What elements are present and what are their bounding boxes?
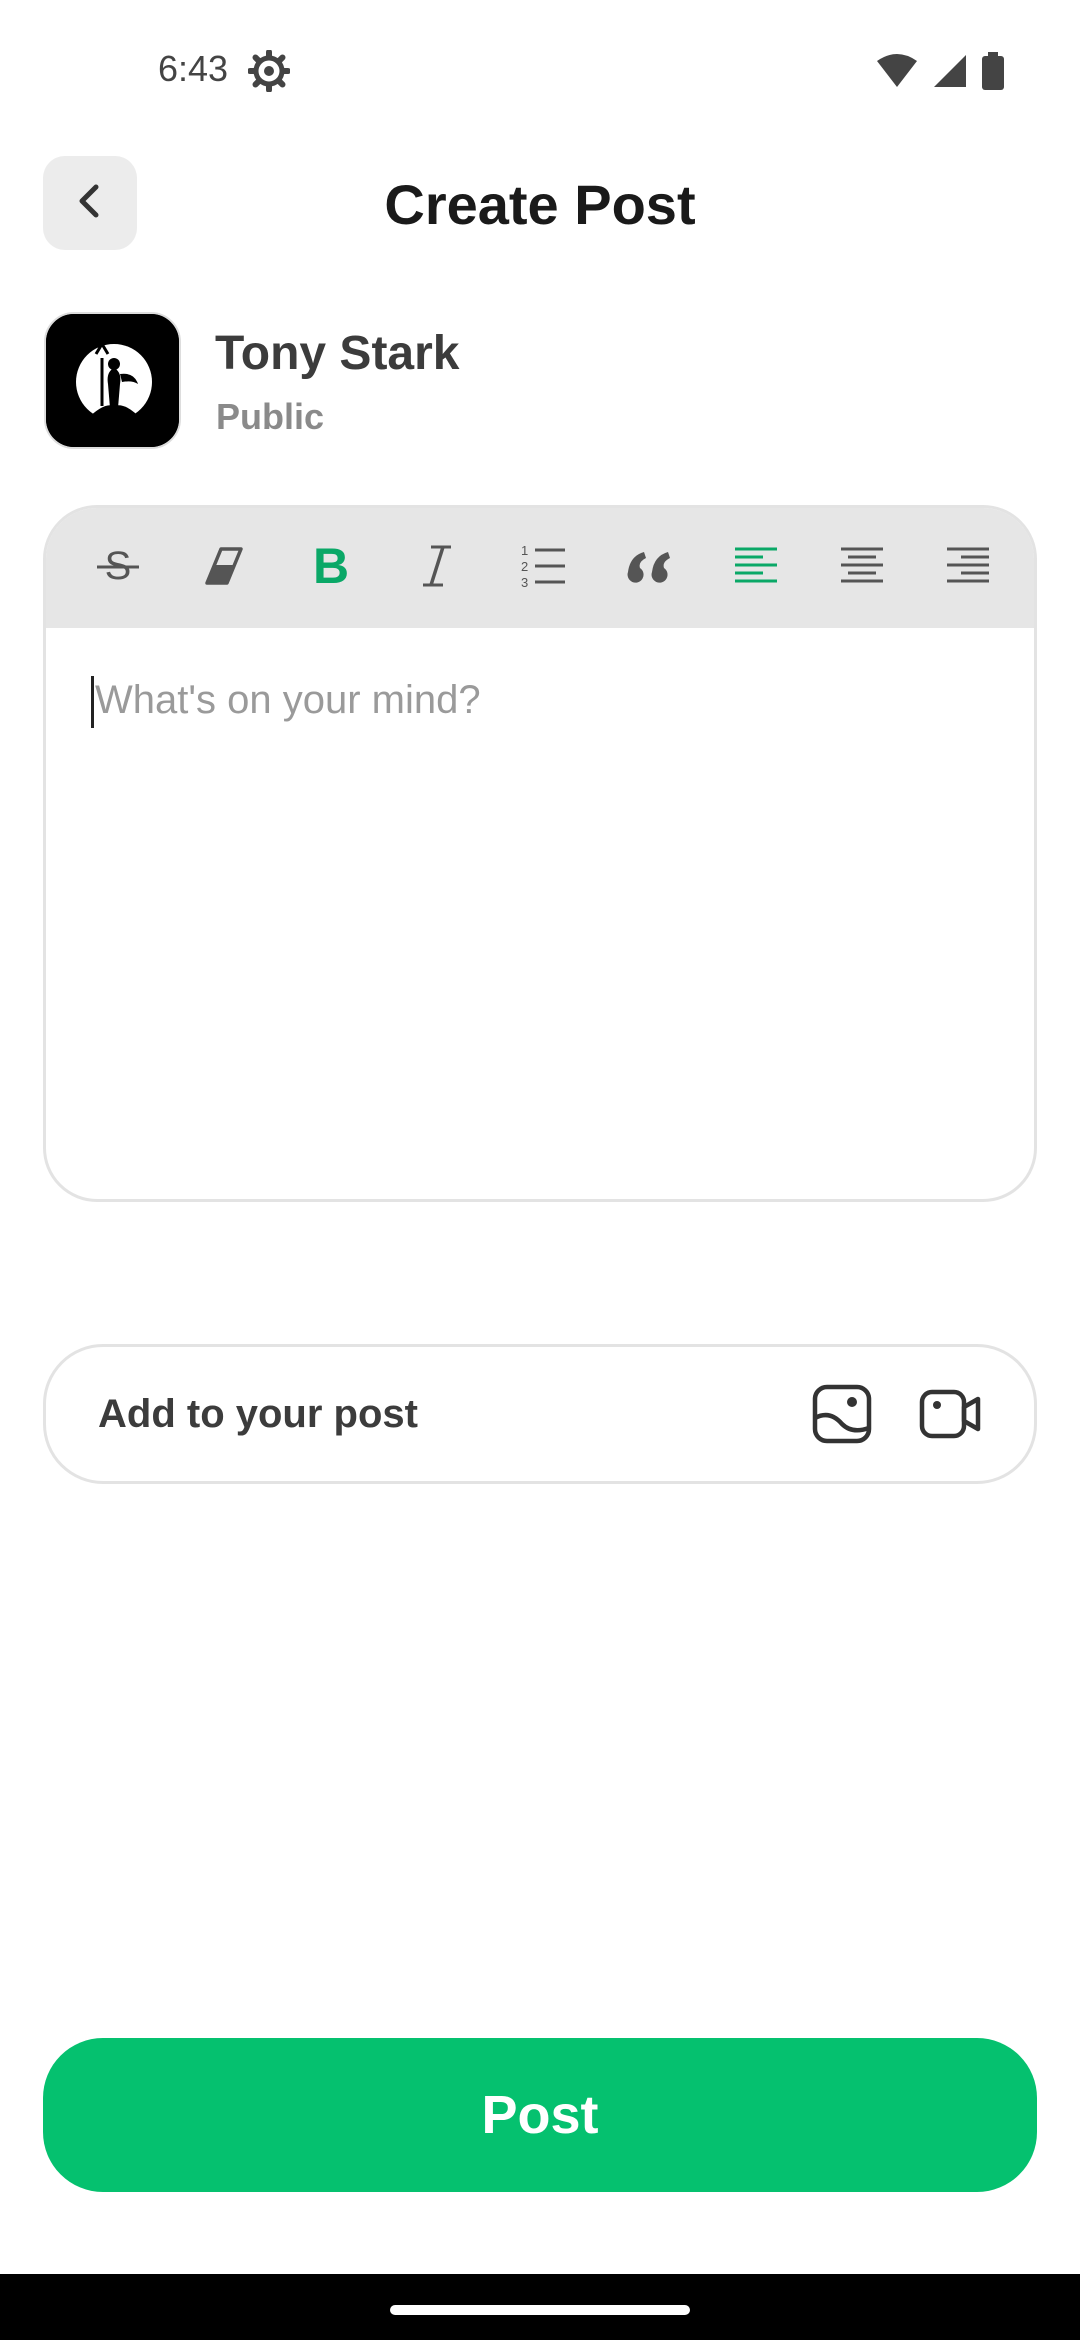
strikethrough-button[interactable]: S [86, 536, 150, 600]
align-right-icon [945, 543, 991, 594]
add-to-post-label: Add to your post [98, 1391, 418, 1436]
post-button[interactable]: Post [43, 2038, 1037, 2192]
italic-icon [417, 541, 457, 596]
post-editor: S B 123 What's on your mind? [43, 505, 1037, 1202]
bold-button[interactable]: B [299, 536, 363, 600]
eraser-icon [201, 543, 247, 594]
svg-text:2: 2 [521, 559, 528, 574]
align-right-button[interactable] [936, 536, 1000, 600]
privacy-label[interactable]: Public [216, 396, 324, 438]
status-bar: 6:43 [0, 0, 1080, 140]
add-to-post-bar[interactable]: Add to your post [43, 1344, 1037, 1484]
gear-icon [247, 49, 291, 93]
quote-icon [624, 546, 674, 591]
strikethrough-icon: S [93, 541, 143, 596]
format-toolbar: S B 123 [46, 508, 1034, 628]
align-left-button[interactable] [724, 536, 788, 600]
user-name: Tony Stark [215, 327, 460, 380]
svg-text:3: 3 [521, 575, 528, 590]
ordered-list-button[interactable]: 123 [511, 536, 575, 600]
svg-text:B: B [312, 541, 348, 591]
wifi-icon [876, 53, 918, 94]
status-icons [876, 52, 1004, 95]
align-center-icon [839, 543, 885, 594]
video-icon[interactable] [918, 1382, 982, 1446]
align-left-icon [733, 543, 779, 594]
signal-icon [932, 53, 968, 94]
align-center-button[interactable] [830, 536, 894, 600]
page-title: Create Post [384, 173, 696, 236]
home-gesture-handle[interactable] [390, 2305, 690, 2315]
image-icon[interactable] [810, 1382, 874, 1446]
avatar [44, 312, 181, 449]
post-text-input[interactable]: What's on your mind? [91, 668, 994, 1159]
text-caret [91, 676, 94, 728]
bold-icon: B [308, 538, 354, 596]
ordered-list-icon: 123 [519, 542, 567, 595]
post-placeholder: What's on your mind? [95, 678, 481, 722]
status-time: 6:43 [158, 48, 229, 89]
italic-button[interactable] [405, 536, 469, 600]
quote-button[interactable] [617, 536, 681, 600]
svg-text:1: 1 [521, 543, 528, 558]
clear-format-button[interactable] [192, 536, 256, 600]
battery-icon [982, 52, 1004, 95]
